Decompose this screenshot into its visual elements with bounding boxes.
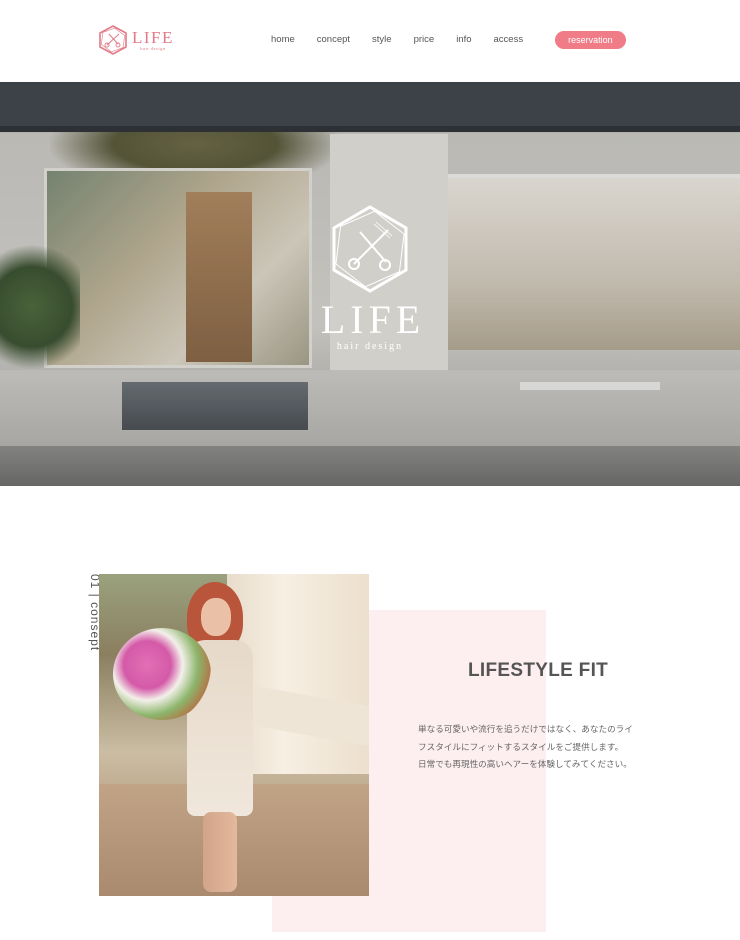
concept-line: 日常でも再現性の高いヘアーを体験してみてください。 — [418, 760, 632, 770]
logo-name: LIFE — [132, 27, 174, 47]
concept-line: 単なる可愛いや流行を追うだけではなく、あなたのライ — [418, 725, 633, 735]
nav-home[interactable]: home — [271, 31, 295, 49]
scissors-hexagon-icon — [332, 205, 408, 293]
concept-line: フスタイルにフィットするスタイルをご提供します。 — [418, 742, 624, 753]
concept-title: LIFESTYLE FIT — [468, 660, 609, 681]
main-nav: home concept style price info access res… — [271, 31, 626, 49]
nav-info[interactable]: info — [456, 31, 471, 49]
hero-image: LIFE hair design — [0, 82, 740, 486]
nav-concept[interactable]: concept — [317, 31, 350, 49]
reservation-button[interactable]: reservation — [555, 31, 626, 49]
concept-photo — [99, 574, 369, 896]
hero-logo-subtitle: hair design — [336, 341, 404, 352]
hero-logo: LIFE hair design — [300, 204, 440, 352]
concept-description: 単なる可愛いや流行を追うだけではなく、あなたのライ フスタイルにフィットするスタ… — [418, 722, 658, 775]
scissors-hexagon-icon — [99, 25, 127, 55]
nav-access[interactable]: access — [494, 31, 524, 49]
hero-logo-name: LIFE — [320, 297, 426, 342]
logo-subtitle: hair design — [140, 45, 166, 51]
nav-price[interactable]: price — [414, 31, 435, 49]
site-logo[interactable]: LIFE hair design — [98, 22, 174, 58]
site-header: LIFE hair design home concept style pric… — [0, 0, 740, 82]
nav-style[interactable]: style — [372, 31, 392, 49]
